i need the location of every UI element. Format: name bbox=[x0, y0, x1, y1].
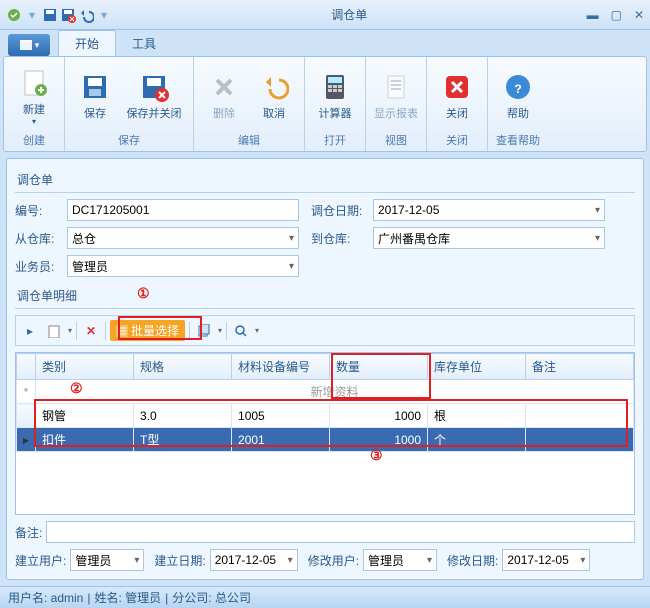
new-icon bbox=[18, 67, 50, 99]
batch-select-button[interactable]: 批量选择 bbox=[110, 320, 185, 341]
save-icon bbox=[79, 71, 111, 103]
new-row-icon[interactable] bbox=[44, 321, 64, 341]
cancel-button[interactable]: 取消 bbox=[250, 61, 298, 131]
report-button[interactable]: 显示报表 bbox=[372, 61, 420, 131]
ribbon: 新建 ▾ 创建 保存 保存并关闭 保存 删除 取消 bbox=[3, 56, 647, 152]
delete-button[interactable]: 删除 bbox=[200, 61, 248, 131]
close-form-button[interactable]: 关闭 bbox=[433, 61, 481, 131]
op-label: 业务员: bbox=[15, 258, 63, 275]
qat-dropdown-icon[interactable]: ▾ bbox=[96, 7, 112, 23]
op-input[interactable]: 管理员▾ bbox=[67, 255, 299, 277]
ribbon-tabs: ▾ 开始 工具 bbox=[0, 30, 650, 56]
remark-label: 备注: bbox=[15, 524, 42, 541]
quick-access: ▾ ▾ bbox=[6, 7, 112, 23]
group-save: 保存 保存并关闭 保存 bbox=[65, 57, 194, 151]
delete-icon bbox=[208, 71, 240, 103]
num-input[interactable]: DC171205001 bbox=[67, 199, 299, 221]
status-name: 姓名: 管理员 bbox=[94, 589, 161, 606]
status-branch: 分公司: 总公司 bbox=[172, 589, 251, 606]
modify-user-label: 修改用户: bbox=[308, 552, 359, 569]
create-user-label: 建立用户: bbox=[15, 552, 66, 569]
search-icon[interactable] bbox=[231, 321, 251, 341]
section-header: 调仓单 bbox=[15, 167, 635, 193]
close-icon bbox=[441, 71, 473, 103]
new-row[interactable]: *新增资料 bbox=[17, 380, 634, 404]
group-edit: 删除 取消 编辑 bbox=[194, 57, 305, 151]
col-category[interactable]: 类别 bbox=[36, 354, 134, 380]
date-label: 调仓日期: bbox=[311, 202, 369, 219]
detail-grid[interactable]: 类别 规格 材料设备编号 数量 库存单位 备注 *新增资料 钢管3.010051… bbox=[16, 353, 634, 452]
col-spec[interactable]: 规格 bbox=[134, 354, 232, 380]
svg-text:?: ? bbox=[514, 82, 521, 96]
group-close: 关闭 关闭 bbox=[427, 57, 488, 151]
modify-date-input[interactable]: 2017-12-05▾ bbox=[502, 549, 590, 571]
app-icon bbox=[6, 7, 22, 23]
col-unit[interactable]: 库存单位 bbox=[428, 354, 526, 380]
from-label: 从仓库: bbox=[15, 230, 63, 247]
report-icon bbox=[380, 71, 412, 103]
help-button[interactable]: ? 帮助 bbox=[494, 61, 542, 131]
group-help: ? 帮助 查看帮助 bbox=[488, 57, 548, 151]
tab-tools[interactable]: 工具 bbox=[116, 31, 172, 56]
qat-saveclose-icon[interactable] bbox=[60, 7, 76, 23]
table-row-selected[interactable]: ▸扣件T型20011000个 bbox=[17, 428, 634, 452]
col-code[interactable]: 材料设备编号 bbox=[232, 354, 330, 380]
minimize-button[interactable]: ▬ bbox=[587, 8, 599, 22]
content-panel: 调仓单 编号:DC171205001 调仓日期:2017-12-05▾ 从仓库:… bbox=[6, 158, 644, 580]
titlebar: ▾ ▾ 调仓单 ▬ ▢ ✕ bbox=[0, 0, 650, 30]
group-open: 计算器 打开 bbox=[305, 57, 366, 151]
copy-icon[interactable] bbox=[194, 321, 214, 341]
group-create: 新建 ▾ 创建 bbox=[4, 57, 65, 151]
calculator-button[interactable]: 计算器 bbox=[311, 61, 359, 131]
remark-row: 备注: bbox=[15, 521, 635, 543]
create-user-input[interactable]: 管理员▾ bbox=[70, 549, 144, 571]
close-button[interactable]: ✕ bbox=[634, 8, 644, 22]
help-icon: ? bbox=[502, 71, 534, 103]
saveclose-icon bbox=[138, 71, 170, 103]
col-qty[interactable]: 数量 bbox=[330, 354, 428, 380]
row-indicator-header bbox=[17, 354, 36, 380]
col-remark[interactable]: 备注 bbox=[526, 354, 634, 380]
window-title: 调仓单 bbox=[112, 6, 587, 23]
remark-input[interactable] bbox=[46, 521, 635, 543]
footer-row: 建立用户:管理员▾ 建立日期:2017-12-05▾ 修改用户:管理员▾ 修改日… bbox=[15, 549, 635, 571]
grid-wrapper: 类别 规格 材料设备编号 数量 库存单位 备注 *新增资料 钢管3.010051… bbox=[15, 352, 635, 515]
delete-row-icon[interactable]: ✕ bbox=[81, 321, 101, 341]
to-label: 到仓库: bbox=[311, 230, 369, 247]
tab-start[interactable]: 开始 bbox=[58, 30, 116, 56]
qat-save-icon[interactable] bbox=[42, 7, 58, 23]
saveclose-button[interactable]: 保存并关闭 bbox=[121, 61, 187, 131]
qat-undo-icon[interactable] bbox=[78, 7, 94, 23]
file-button[interactable]: ▾ bbox=[8, 34, 50, 56]
status-user: 用户名: admin bbox=[8, 589, 83, 606]
maximize-button[interactable]: ▢ bbox=[611, 8, 622, 22]
create-date-input[interactable]: 2017-12-05▾ bbox=[210, 549, 298, 571]
undo-icon bbox=[258, 71, 290, 103]
calculator-icon bbox=[319, 71, 351, 103]
table-row[interactable]: 钢管3.010051000根 bbox=[17, 404, 634, 428]
num-label: 编号: bbox=[15, 202, 63, 219]
status-bar: 用户名: admin | 姓名: 管理员 | 分公司: 总公司 bbox=[0, 586, 650, 608]
detail-toolbar: ▸ ▾ ✕ 批量选择 ▾ ▾ bbox=[15, 315, 635, 346]
annotation-1: ① bbox=[137, 285, 150, 302]
to-input[interactable]: 广州番禺仓库▾ bbox=[373, 227, 605, 249]
group-view: 显示报表 视图 bbox=[366, 57, 427, 151]
qat-divider: ▾ bbox=[24, 7, 40, 23]
detail-header: 调仓单明细 ① bbox=[15, 283, 635, 309]
from-input[interactable]: 总仓▾ bbox=[67, 227, 299, 249]
expand-icon[interactable]: ▸ bbox=[20, 321, 40, 341]
create-date-label: 建立日期: bbox=[154, 552, 205, 569]
modify-date-label: 修改日期: bbox=[447, 552, 498, 569]
modify-user-input[interactable]: 管理员▾ bbox=[363, 549, 437, 571]
window-buttons: ▬ ▢ ✕ bbox=[587, 8, 644, 22]
date-input[interactable]: 2017-12-05▾ bbox=[373, 199, 605, 221]
new-button[interactable]: 新建 ▾ bbox=[10, 61, 58, 131]
save-button[interactable]: 保存 bbox=[71, 61, 119, 131]
